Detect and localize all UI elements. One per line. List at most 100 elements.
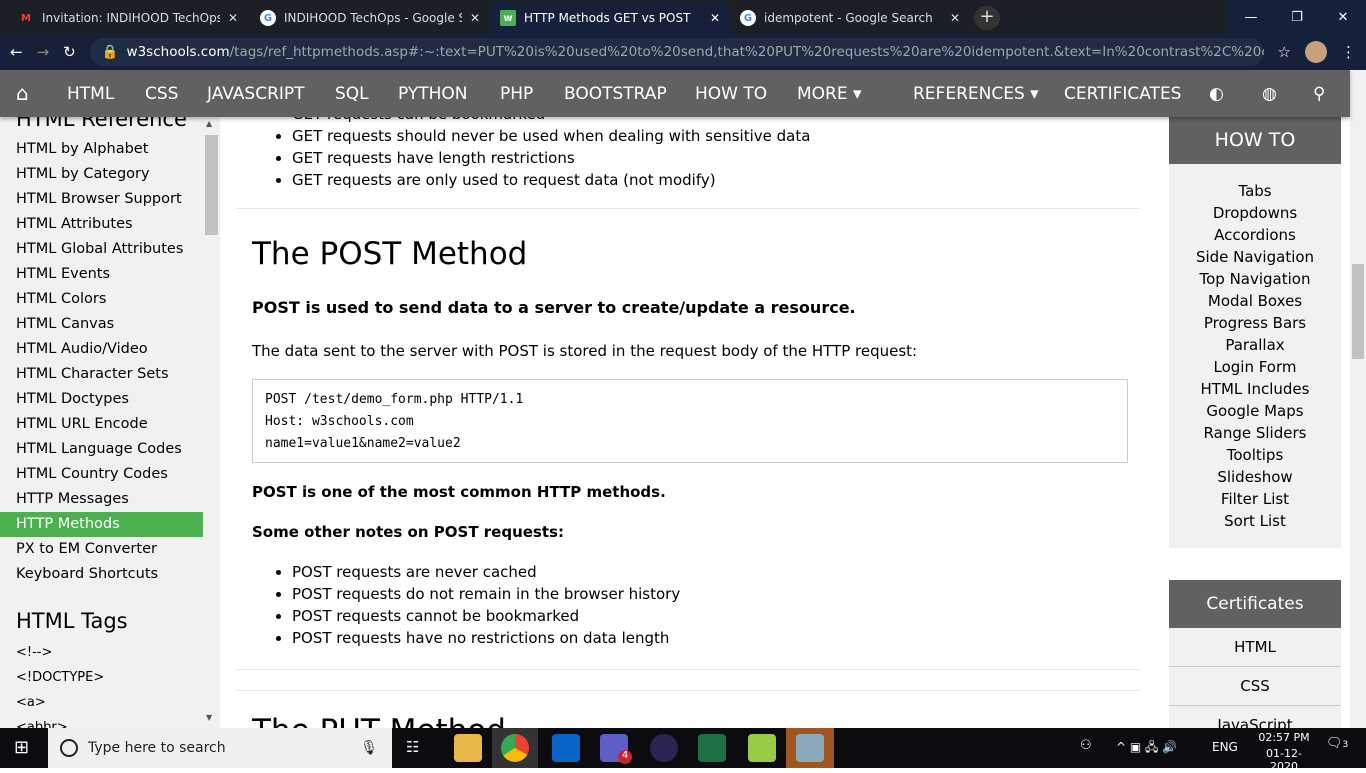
howto-link-tooltips[interactable]: Tooltips [1169,446,1341,464]
nav-php[interactable]: PHP [500,84,533,104]
howto-link-modal-boxes[interactable]: Modal Boxes [1169,292,1341,310]
sidebar-tag-abbr[interactable]: <abbr> [0,715,203,728]
nav-css[interactable]: CSS [145,84,178,104]
howto-link-slideshow[interactable]: Slideshow [1169,468,1341,486]
sidebar-item-html-browser-support[interactable]: HTML Browser Support [0,187,203,212]
tab-gmail-invitation[interactable]: M Invitation: INDIHOOD TechOps (T ✕ [8,2,248,34]
eclipse-icon[interactable] [650,734,678,762]
howto-link-filter-list[interactable]: Filter List [1169,490,1341,508]
howto-link-login-form[interactable]: Login Form [1169,358,1341,376]
sidebar-item-html-by-alphabet[interactable]: HTML by Alphabet [0,137,203,162]
tab-google-search-idempotent[interactable]: Gidempotent - Google Search ✕ [730,2,970,34]
close-window-button[interactable]: ✕ [1320,0,1366,34]
close-icon[interactable]: ✕ [710,11,720,25]
cert-html[interactable]: HTML [1169,628,1341,667]
cert-css[interactable]: CSS [1169,667,1341,706]
language-indicator[interactable]: ENG [1212,740,1238,754]
menu-icon[interactable]: ⋮ [1341,43,1356,61]
theme-toggle-icon[interactable]: ◐ [1209,84,1224,104]
bookmark-star-icon[interactable]: ☆ [1278,43,1291,61]
close-icon[interactable]: ✕ [228,11,238,25]
scroll-up-icon[interactable]: ▲ [206,119,212,128]
cert-javascript[interactable]: JavaScript [1169,706,1341,728]
nav-references[interactable]: REFERENCES ▾ [913,84,1039,104]
nav-howto[interactable]: HOW TO [695,84,767,104]
howto-link-html-includes[interactable]: HTML Includes [1169,380,1341,398]
scroll-down-icon[interactable]: ▼ [206,713,212,722]
howto-link-tabs[interactable]: Tabs [1169,182,1341,200]
url-input[interactable]: 🔒 w3schools.com/tags/ref_httpmethods.asp#… [89,38,1264,66]
sidebar-item-html-colors[interactable]: HTML Colors [0,287,203,312]
task-view-icon[interactable]: ☷ [406,738,419,756]
clock[interactable]: 02:57 PM 01-12-2020 [1256,731,1312,773]
sidebar-item-html-canvas[interactable]: HTML Canvas [0,312,203,337]
sidebar-item-html-audio-video[interactable]: HTML Audio/Video [0,337,203,362]
page-scroll-thumb[interactable] [1352,264,1364,359]
taskbar-search[interactable]: Type here to search 🎙 [48,728,392,768]
tab-http-methods[interactable]: w HTTP Methods GET vs POST ✕ [490,2,730,34]
reload-icon[interactable]: ↻ [63,43,76,61]
sidebar-item-keyboard-shortcuts[interactable]: Keyboard Shortcuts [0,562,203,587]
howto-link-google-maps[interactable]: Google Maps [1169,402,1341,420]
sidebar-tag-doctype[interactable]: <!DOCTYPE> [0,665,203,690]
sidebar-item-html-doctypes[interactable]: HTML Doctypes [0,387,203,412]
notifications-icon[interactable]: 🗨3 [1326,736,1348,751]
sidebar-item-html-attributes[interactable]: HTML Attributes [0,212,203,237]
profile-avatar[interactable] [1305,41,1327,63]
sidebar-item-http-messages[interactable]: HTTP Messages [0,487,203,512]
tab-google-search-indihood[interactable]: G INDIHOOD TechOps - Google Sear ✕ [250,2,490,34]
windows-start-icon[interactable]: ⊞ [14,737,29,758]
howto-link-parallax[interactable]: Parallax [1169,336,1341,354]
file-explorer-icon[interactable] [454,734,482,762]
sidebar-item-html-language-codes[interactable]: HTML Language Codes [0,437,203,462]
nav-certificates[interactable]: CERTIFICATES [1064,84,1181,104]
outlook-icon[interactable] [552,734,580,762]
sidebar-item-html-events[interactable]: HTML Events [0,262,203,287]
howto-link-top-navigation[interactable]: Top Navigation [1169,270,1341,288]
sidebar-item-html-country-codes[interactable]: HTML Country Codes [0,462,203,487]
nav-sql[interactable]: SQL [335,84,369,104]
globe-icon[interactable]: ◍ [1262,84,1277,104]
sidebar-item-html-url-encode[interactable]: HTML URL Encode [0,412,203,437]
sidebar-item-html-by-category[interactable]: HTML by Category [0,162,203,187]
forward-icon[interactable]: → [37,43,50,61]
nav-bootstrap[interactable]: BOOTSTRAP [564,84,667,104]
sidebar-item-html-global-attributes[interactable]: HTML Global Attributes [0,237,203,262]
chrome-taskbar-active[interactable] [492,728,538,768]
howto-link-accordions[interactable]: Accordions [1169,226,1341,244]
minimize-button[interactable]: — [1228,0,1274,34]
notepad-plus-icon[interactable] [748,734,776,762]
page-scrollbar[interactable] [1350,70,1366,728]
sidebar-tag-comment[interactable]: <!--> [0,640,203,665]
new-tab-button[interactable]: + [974,6,1000,30]
app-taskbar-active[interactable] [786,728,834,768]
howto-link-side-navigation[interactable]: Side Navigation [1169,248,1341,266]
howto-link-sort-list[interactable]: Sort List [1169,512,1341,530]
howto-link-dropdowns[interactable]: Dropdowns [1169,204,1341,222]
home-icon[interactable]: ⌂ [16,81,29,105]
sidebar-scrollbar[interactable]: ▲ ▼ [203,117,220,728]
sidebar-item-px-to-em-converter[interactable]: PX to EM Converter [0,537,203,562]
search-placeholder: Type here to search [88,740,226,756]
tray-icons[interactable]: ^ ▣ 🖧 🔊 [1116,738,1177,759]
sidebar-scroll-thumb[interactable] [205,135,218,235]
excel-icon[interactable] [698,734,726,762]
close-icon[interactable]: ✕ [470,11,480,25]
nav-javascript[interactable]: JAVASCRIPT [207,84,305,104]
teams-icon[interactable]: 4 [600,734,632,764]
search-icon[interactable]: ⚲ [1313,84,1325,104]
microphone-icon[interactable]: 🎙 [360,740,378,756]
howto-link-progress-bars[interactable]: Progress Bars [1169,314,1341,332]
restore-button[interactable]: ❐ [1274,0,1320,34]
nav-more[interactable]: MORE ▾ [797,84,862,104]
howto-link-range-sliders[interactable]: Range Sliders [1169,424,1341,442]
people-icon[interactable]: ⚇ [1080,738,1092,753]
sidebar-item-http-methods[interactable]: HTTP Methods [0,512,203,537]
close-icon[interactable]: ✕ [950,11,960,25]
address-bar-row: ← → ↻ 🔒 w3schools.com/tags/ref_httpmethod… [0,34,1366,70]
nav-html[interactable]: HTML [67,84,114,104]
sidebar-tag-a[interactable]: <a> [0,690,203,715]
sidebar-item-html-character-sets[interactable]: HTML Character Sets [0,362,203,387]
back-icon[interactable]: ← [10,43,23,61]
nav-python[interactable]: PYTHON [398,84,468,104]
